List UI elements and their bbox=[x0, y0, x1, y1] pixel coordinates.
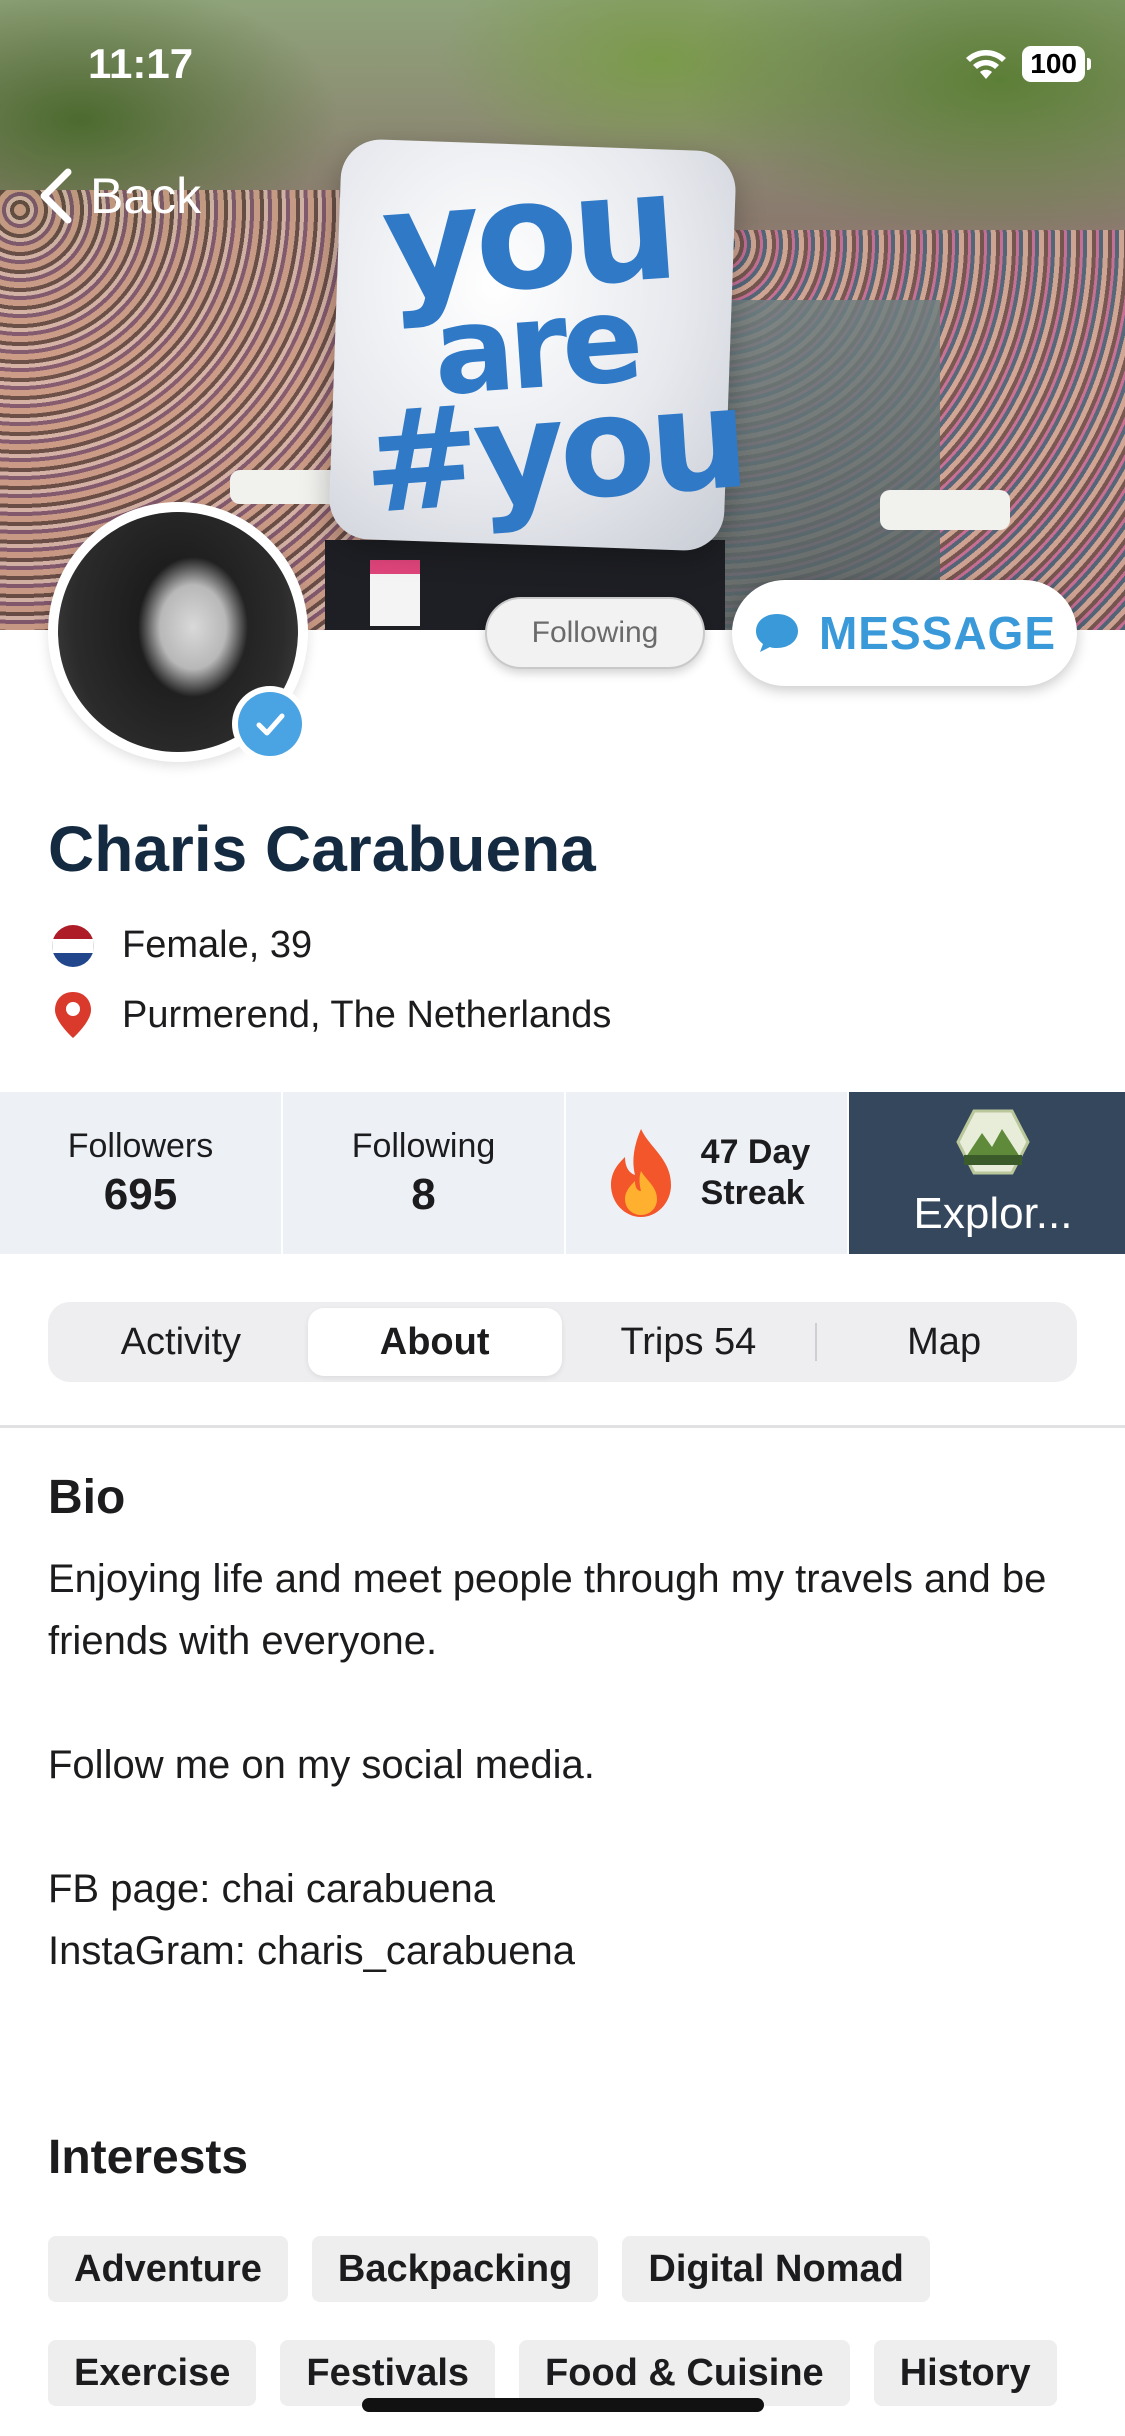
wifi-icon bbox=[966, 50, 1007, 79]
interests-row: Exercise Festivals Food & Cuisine Histor… bbox=[48, 2340, 1108, 2406]
following-button[interactable]: Following bbox=[485, 597, 705, 669]
followers-count: 695 bbox=[103, 1169, 178, 1219]
tab-activity[interactable]: Activity bbox=[54, 1308, 308, 1376]
followers-label: Followers bbox=[67, 1126, 214, 1165]
home-indicator bbox=[362, 2398, 764, 2412]
explorer-label: Explor... bbox=[913, 1189, 1073, 1238]
following-label: Following bbox=[351, 1126, 496, 1165]
interest-chip[interactable]: Backpacking bbox=[311, 2236, 599, 2302]
streak-text: 47 Day Streak bbox=[701, 1132, 811, 1214]
chat-bubble-icon bbox=[755, 614, 798, 652]
back-chevron-icon bbox=[40, 168, 72, 224]
location-row: Purmerend, The Netherlands bbox=[52, 990, 611, 1040]
balloon-word: #you bbox=[357, 357, 749, 547]
balloon: you are #you bbox=[328, 138, 749, 552]
explorer-badge-icon bbox=[956, 1109, 1030, 1175]
verified-check-icon bbox=[256, 713, 285, 736]
bio-text: Enjoying life and meet people through my… bbox=[48, 1557, 1047, 1973]
tab-trips[interactable]: Trips 54 bbox=[562, 1308, 816, 1376]
boat bbox=[880, 490, 1010, 530]
back-button[interactable]: Back bbox=[36, 166, 201, 226]
location-pin-icon bbox=[55, 992, 91, 1038]
interest-chip[interactable]: History bbox=[873, 2340, 1057, 2406]
boat bbox=[230, 470, 340, 504]
gender-age-row: Female, 39 bbox=[52, 924, 312, 967]
interests-title: Interests bbox=[48, 2131, 249, 2184]
stats-bar: Followers 695 Following 8 47 Day Streak … bbox=[0, 1092, 1125, 1254]
interest-chip[interactable]: Exercise bbox=[48, 2340, 257, 2406]
interest-chip[interactable]: Adventure bbox=[48, 2236, 288, 2302]
status-time: 11:17 bbox=[88, 40, 194, 87]
fire-icon bbox=[610, 1129, 671, 1217]
balloon-text: you are #you bbox=[344, 139, 749, 547]
location: Purmerend, The Netherlands bbox=[122, 993, 612, 1036]
following-count: 8 bbox=[411, 1169, 436, 1219]
profile-tabs: Activity About Trips 54 Map bbox=[48, 1302, 1077, 1382]
section-divider bbox=[0, 1425, 1125, 1428]
verified-badge bbox=[232, 686, 308, 762]
interest-chip[interactable]: Festivals bbox=[280, 2340, 496, 2406]
tab-about[interactable]: About bbox=[307, 1308, 562, 1376]
streak-stat[interactable]: 47 Day Streak bbox=[566, 1092, 847, 1254]
explorer-badge-stat[interactable]: Explor... bbox=[849, 1092, 1125, 1254]
back-label: Back bbox=[90, 168, 202, 224]
gender-age: Female, 39 bbox=[122, 924, 313, 966]
status-icons: 100 bbox=[964, 46, 1091, 82]
following-stat[interactable]: Following 8 bbox=[283, 1092, 564, 1254]
battery-icon: 100 bbox=[1022, 46, 1091, 82]
bio-title: Bio bbox=[48, 1471, 126, 1524]
message-label: MESSAGE bbox=[818, 607, 1057, 659]
interest-chip[interactable]: Digital Nomad bbox=[622, 2236, 930, 2302]
streak-label: Streak bbox=[700, 1174, 805, 1212]
followers-stat[interactable]: Followers 695 bbox=[0, 1092, 281, 1254]
float-sign bbox=[370, 560, 420, 626]
profile-name: Charis Carabuena bbox=[48, 813, 596, 885]
interest-chip[interactable]: Food & Cuisine bbox=[519, 2340, 850, 2406]
message-button[interactable]: MESSAGE bbox=[732, 580, 1077, 686]
tab-map[interactable]: Map bbox=[817, 1308, 1071, 1376]
netherlands-flag-icon bbox=[52, 924, 94, 967]
interests-row: Adventure Backpacking Digital Nomad bbox=[48, 2236, 1108, 2302]
streak-days: 47 Day bbox=[700, 1133, 811, 1172]
